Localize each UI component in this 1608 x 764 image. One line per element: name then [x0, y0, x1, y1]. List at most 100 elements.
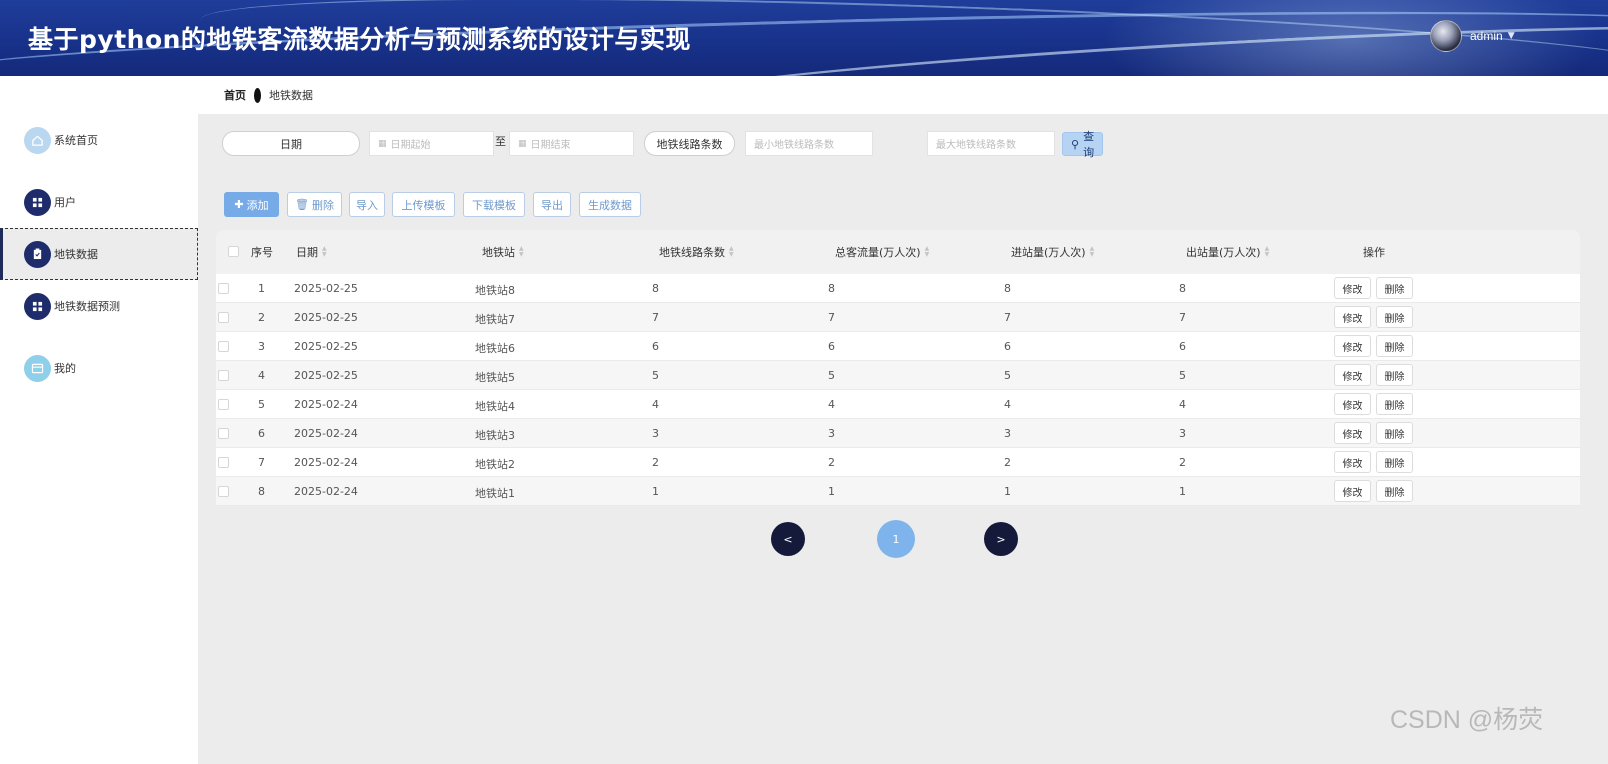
row-checkbox[interactable] [218, 399, 229, 410]
date-end-input[interactable]: ▦ 日期结束 [509, 131, 634, 156]
cell-in: 3 [1004, 427, 1011, 440]
cell-total: 5 [828, 369, 835, 382]
prev-page-button[interactable]: < [771, 522, 805, 556]
cell-total: 1 [828, 485, 835, 498]
sidebar-item-subway-data[interactable]: 地铁数据 [0, 228, 198, 280]
col-index: 序号 [251, 246, 273, 259]
cell-in: 7 [1004, 311, 1011, 324]
lines-max-input[interactable]: 最大地铁线路条数 [927, 131, 1055, 156]
col-inbound[interactable]: 进站量(万人次) ▲ ▼ [1011, 244, 1094, 260]
col-outbound[interactable]: 出站量(万人次) ▲ ▼ [1186, 244, 1269, 260]
calendar-icon: ▦ [378, 138, 387, 149]
table-row[interactable]: 3 2025-02-25 地铁站6 6 6 6 6 修改 删除 [216, 332, 1580, 361]
cell-lines: 5 [652, 369, 659, 382]
cell-total: 6 [828, 340, 835, 353]
row-delete-button[interactable]: 删除 [1376, 306, 1413, 328]
table-row[interactable]: 1 2025-02-25 地铁站8 8 8 8 8 修改 删除 [216, 274, 1580, 303]
row-delete-button[interactable]: 删除 [1376, 422, 1413, 444]
sidebar: 系统首页 用户 地铁数据 地铁数据预测 我的 [0, 76, 198, 764]
col-station[interactable]: 地铁站 ▲ ▼ [482, 244, 524, 260]
upload-template-button[interactable]: 上传模板 [392, 192, 455, 217]
avatar[interactable] [1430, 20, 1462, 52]
row-checkbox[interactable] [218, 428, 229, 439]
edit-button[interactable]: 修改 [1334, 335, 1371, 357]
app-title: 基于python的地铁客流数据分析与预测系统的设计与实现 [28, 25, 691, 54]
sidebar-item-subway-forecast[interactable]: 地铁数据预测 [0, 280, 198, 332]
edit-button[interactable]: 修改 [1334, 306, 1371, 328]
row-checkbox[interactable] [218, 486, 229, 497]
sidebar-item-mine[interactable]: 我的 [0, 342, 198, 394]
cell-lines: 1 [652, 485, 659, 498]
to-label: 至 [495, 135, 506, 148]
user-name[interactable]: admin [1470, 29, 1503, 43]
table-row[interactable]: 6 2025-02-24 地铁站3 3 3 3 3 修改 删除 [216, 419, 1580, 448]
table-row[interactable]: 7 2025-02-24 地铁站2 2 2 2 2 修改 删除 [216, 448, 1580, 477]
row-checkbox[interactable] [218, 312, 229, 323]
delete-button[interactable]: 🗑 删除 [287, 192, 342, 217]
cell-out: 5 [1179, 369, 1186, 382]
cell-date: 2025-02-24 [294, 456, 358, 469]
cell-total: 4 [828, 398, 835, 411]
row-delete-button[interactable]: 删除 [1376, 393, 1413, 415]
sidebar-item-home[interactable]: 系统首页 [0, 114, 198, 166]
cell-idx: 8 [258, 485, 265, 498]
row-checkbox[interactable] [218, 457, 229, 468]
row-delete-button[interactable]: 删除 [1376, 277, 1413, 299]
cell-date: 2025-02-24 [294, 485, 358, 498]
row-delete-button[interactable]: 删除 [1376, 335, 1413, 357]
grid-icon [24, 188, 51, 216]
chevron-down-icon[interactable]: ▼ [1508, 31, 1515, 41]
page-1-button[interactable]: 1 [877, 520, 915, 558]
lines-min-input[interactable]: 最小地铁线路条数 [745, 131, 873, 156]
breadcrumb-home[interactable]: 首页 [224, 87, 246, 103]
user-menu[interactable]: admin ▼ [1430, 20, 1515, 52]
add-button[interactable]: ✚ 添加 [224, 192, 279, 217]
sidebar-item-users[interactable]: 用户 [0, 176, 198, 228]
row-delete-button[interactable]: 删除 [1376, 364, 1413, 386]
next-page-button[interactable]: > [984, 522, 1018, 556]
cell-lines: 4 [652, 398, 659, 411]
row-checkbox[interactable] [218, 370, 229, 381]
cell-in: 8 [1004, 282, 1011, 295]
col-lines[interactable]: 地铁线路条数 ▲ ▼ [659, 244, 734, 260]
cell-idx: 6 [258, 427, 265, 440]
table-row[interactable]: 5 2025-02-24 地铁站4 4 4 4 4 修改 删除 [216, 390, 1580, 419]
col-date[interactable]: 日期 ▲ ▼ [296, 244, 327, 260]
sidebar-item-label: 地铁数据 [54, 248, 98, 261]
row-checkbox[interactable] [218, 341, 229, 352]
query-button[interactable]: ⚲ 查询 [1062, 130, 1104, 159]
cell-in: 5 [1004, 369, 1011, 382]
edit-button[interactable]: 修改 [1334, 393, 1371, 415]
cell-in: 6 [1004, 340, 1011, 353]
edit-button[interactable]: 修改 [1334, 364, 1371, 386]
select-all-checkbox[interactable] [228, 246, 239, 257]
sidebar-item-label: 地铁数据预测 [54, 300, 120, 313]
edit-button[interactable]: 修改 [1334, 422, 1371, 444]
cell-total: 2 [828, 456, 835, 469]
row-checkbox[interactable] [218, 283, 229, 294]
sidebar-item-label: 系统首页 [54, 134, 98, 147]
edit-button[interactable]: 修改 [1334, 451, 1371, 473]
edit-button[interactable]: 修改 [1334, 277, 1371, 299]
row-delete-button[interactable]: 删除 [1376, 480, 1413, 502]
import-button[interactable]: 导入 [349, 192, 385, 217]
generate-data-button[interactable]: 生成数据 [579, 192, 641, 217]
trash-icon: 🗑 [295, 198, 309, 211]
cell-idx: 5 [258, 398, 265, 411]
date-start-input[interactable]: ▦ 日期起始 [369, 131, 494, 156]
edit-button[interactable]: 修改 [1334, 480, 1371, 502]
export-button[interactable]: 导出 [533, 192, 571, 217]
table-row[interactable]: 4 2025-02-25 地铁站5 5 5 5 5 修改 删除 [216, 361, 1580, 390]
table-row[interactable]: 2 2025-02-25 地铁站7 7 7 7 7 修改 删除 [216, 303, 1580, 332]
cell-idx: 2 [258, 311, 265, 324]
download-template-button[interactable]: 下载模板 [463, 192, 525, 217]
cell-station: 地铁站8 [475, 284, 515, 297]
col-total[interactable]: 总客流量(万人次) ▲ ▼ [835, 244, 929, 260]
table-row[interactable]: 8 2025-02-24 地铁站1 1 1 1 1 修改 删除 [216, 477, 1580, 506]
breadcrumb-bar: 首页 地铁数据 [198, 76, 1608, 114]
watermark: CSDN @杨荧 [1390, 706, 1544, 734]
cell-out: 7 [1179, 311, 1186, 324]
row-delete-button[interactable]: 删除 [1376, 451, 1413, 473]
sort-icon: ▲ ▼ [1264, 245, 1270, 258]
breadcrumb-separator-icon [254, 87, 261, 103]
